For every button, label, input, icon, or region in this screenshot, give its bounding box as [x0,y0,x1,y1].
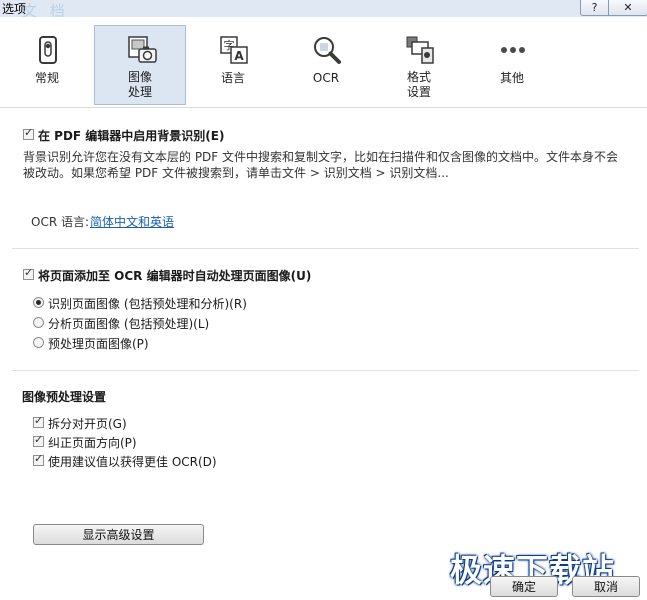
split-pages-checkbox[interactable] [33,414,44,428]
split-pages-label: 拆分对开页(G) [48,417,127,431]
correct-orientation-checkbox[interactable] [33,433,44,447]
radio-analyze-label: 分析页面图像 (包括预处理)(L) [48,317,210,331]
radio-analyze[interactable] [33,317,44,328]
category-toolbar: 常规 图像 处理 字 A 语言 OCR 格式 设置 其他 [0,17,647,108]
help-button[interactable]: ? [580,0,609,16]
ocr-language-link[interactable]: 简体中文和英语 [90,213,174,230]
background-recognition-description: 背景识别允许您在没有文本层的 PDF 文件中搜索和复制文字，比如在扫描件和仅含图… [23,150,619,180]
tab-other-label: 其他 [499,71,524,85]
tab-language-label: 语言 [220,71,245,85]
ocr-language-label: OCR 语言: [31,215,90,229]
show-advanced-settings-button[interactable]: 显示高级设置 [33,524,204,545]
correct-orientation-label: 纠正页面方向(P) [48,436,137,450]
tab-image-processing[interactable]: 图像 处理 [94,25,186,105]
close-button[interactable]: ✕ [608,0,647,16]
ok-button[interactable]: 确定 [490,576,558,597]
svg-text:A: A [234,49,244,63]
tab-language[interactable]: 字 A 语言 [187,26,279,106]
background-recognition-label: 在 PDF 编辑器中启用背景识别(E) [38,129,225,143]
cancel-button[interactable]: 取消 [572,576,640,597]
tab-ocr[interactable]: OCR [280,26,372,106]
phone-toggle-icon [39,36,57,64]
radio-recognize[interactable] [33,297,44,308]
radio-preprocess[interactable] [33,337,44,348]
divider [12,248,639,249]
tab-other[interactable]: 其他 [466,26,558,106]
recommended-values-label: 使用建议值以获得更佳 OCR(D) [48,455,217,469]
format-shapes-icon [406,36,434,64]
image-preprocessing-heading: 图像预处理设置 [22,390,107,404]
title-bar: 文 档 选项 ? ✕ [0,0,647,20]
auto-process-label: 将页面添加至 OCR 编辑器时自动处理页面图像(U) [38,269,312,283]
radio-preprocess-label: 预处理页面图像(P) [48,337,149,351]
more-dots-icon [501,47,525,53]
auto-process-checkbox[interactable] [23,266,34,280]
tab-ocr-label: OCR [312,71,340,85]
window-title: 选项 [2,2,27,16]
tab-general-label: 常规 [34,71,59,85]
divider [12,370,639,371]
language-icon: 字 A [220,36,248,64]
magnifier-icon [314,37,341,64]
recommended-values-checkbox[interactable] [33,452,44,466]
image-camera-icon [128,36,157,63]
background-recognition-checkbox[interactable] [23,126,34,140]
tab-general[interactable]: 常规 [1,26,93,106]
radio-recognize-label: 识别页面图像 (包括预处理和分析)(R) [48,297,247,311]
tab-format[interactable]: 格式 设置 [373,26,465,106]
tab-format-label: 格式 设置 [406,70,431,99]
tab-image-processing-label: 图像 处理 [127,70,152,99]
